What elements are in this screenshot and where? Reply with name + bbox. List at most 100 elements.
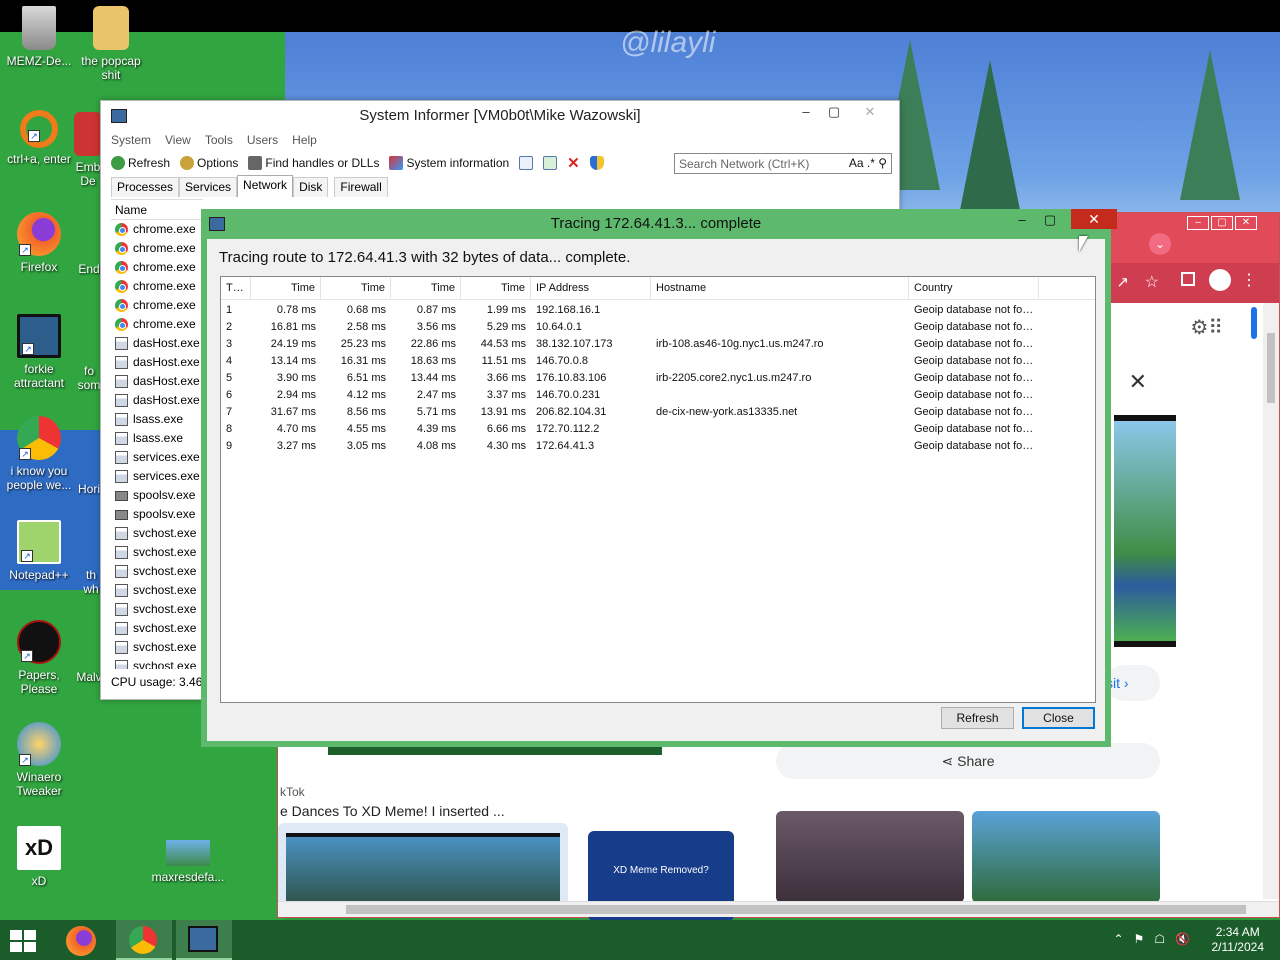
maximize-button[interactable]: ▢ [819,101,849,123]
desktop-icon-partial[interactable]: th wh [80,568,102,596]
table-row[interactable]: 2 16.81 ms 2.58 ms 3.56 ms 5.29 ms 10.64.0.1 G… [221,319,1095,336]
column-header-name[interactable]: Name [111,200,203,220]
column-header[interactable]: Hostname [651,277,909,299]
chevron-up-icon[interactable]: ⌃ [1113,932,1123,946]
tab-processes[interactable]: Processes [111,177,180,197]
column-header[interactable]: IP Address [531,277,651,299]
video-thumbnail[interactable] [776,811,964,903]
process-row[interactable]: spoolsv.exe [111,486,203,505]
process-row[interactable]: svchost.exe [111,657,203,669]
tab-services[interactable]: Services [179,177,238,197]
scroll-thumb[interactable] [346,905,1246,914]
process-row[interactable]: dasHost.exe [111,372,203,391]
desktop-icon-memz[interactable]: MEMZ-De... [0,6,78,68]
volume-muted-icon[interactable]: 🔇 [1175,932,1190,946]
table-row[interactable]: 4 13.14 ms 16.31 ms 18.63 ms 11.51 ms 146.70.… [221,353,1095,370]
process-row[interactable]: svchost.exe [111,619,203,638]
close-icon[interactable]: ✕ [1129,369,1147,395]
desktop-icon-partial[interactable]: Malv [76,670,102,684]
table-row[interactable]: 1 0.78 ms 0.68 ms 0.87 ms 1.99 ms 192.168.16.… [221,302,1095,319]
tab-network[interactable]: Network [237,175,294,197]
restore-icon[interactable]: ▢ [1211,216,1233,230]
menu-help[interactable]: Help [292,133,317,151]
tab-search-icon[interactable]: ⌄ [1149,233,1171,255]
desktop-icon-forkie[interactable]: ↗ forkie attractant [0,314,78,390]
desktop-icon-partial[interactable]: Emb De [74,112,102,188]
table-row[interactable]: 9 3.27 ms 3.05 ms 4.08 ms 4.30 ms 172.64.41.3… [221,438,1095,455]
search-input[interactable]: Search Network (Ctrl+K) Aa .* ⚲ [674,153,892,174]
desktop-icon-ctrl-a[interactable]: ↗ ctrl+a, enter [0,110,78,166]
process-row[interactable]: dasHost.exe [111,334,203,353]
close-dialog-button[interactable]: Close [1022,707,1095,729]
start-button[interactable] [10,930,38,952]
desktop-icon-partial[interactable]: Hori [76,482,102,496]
desktop-icon-chrome[interactable]: ↗ i know you people we... [0,416,78,492]
menu-users[interactable]: Users [247,133,278,151]
column-header[interactable]: Country [909,277,1039,299]
close-button[interactable]: ✕ [1071,209,1117,229]
tab-disk[interactable]: Disk [293,177,329,197]
desktop-icon-partial[interactable]: fo som [76,364,102,392]
window-arrow-icon[interactable] [543,156,558,170]
search-options[interactable]: Aa .* ⚲ [849,156,887,170]
minimize-icon[interactable]: – [1187,216,1209,230]
tab-firewall[interactable]: Firewall [334,177,388,197]
tracing-dialog[interactable]: Tracing 172.64.41.3... complete – ▢ ✕ Tr… [201,209,1117,747]
column-header[interactable]: TTL [221,277,251,299]
desktop-icon-popcap[interactable]: the popcap shit [72,6,150,82]
process-row[interactable]: svchost.exe [111,638,203,657]
process-row[interactable]: svchost.exe [111,524,203,543]
process-row[interactable]: chrome.exe [111,220,203,239]
video-preview[interactable] [1114,415,1176,647]
process-row[interactable]: chrome.exe [111,315,203,334]
network-process-list[interactable]: Name chrome.exe chrome.exe chrome.exe chrom… [111,199,203,669]
table-row[interactable]: 8 4.70 ms 4.55 ms 4.39 ms 6.66 ms 172.70.112.… [221,421,1095,438]
maximize-button[interactable]: ▢ [1037,211,1063,229]
table-row[interactable]: 5 3.90 ms 6.51 ms 13.44 ms 3.66 ms 176.10.83.… [221,370,1095,387]
menu-dots-icon[interactable]: ⋮ [1241,270,1257,290]
share-icon[interactable]: ↗ [1116,273,1129,291]
desktop-icon-winaero[interactable]: ↗ Winaero Tweaker [0,722,78,798]
process-row[interactable]: svchost.exe [111,581,203,600]
find-handles-button[interactable]: Find handles or DLLs [248,156,379,170]
process-row[interactable]: lsass.exe [111,429,203,448]
desktop-icon-partial[interactable]: End [76,262,102,276]
vertical-scrollbar[interactable] [1263,303,1279,899]
horizontal-scrollbar[interactable] [278,901,1279,917]
desktop-icon-xd[interactable]: xD xD [0,826,78,888]
window-icon[interactable] [519,156,534,170]
process-row[interactable]: chrome.exe [111,258,203,277]
process-row[interactable]: dasHost.exe [111,353,203,372]
shield-icon[interactable] [589,156,604,170]
video-thumbnail[interactable] [278,823,568,913]
bookmark-star-icon[interactable]: ☆ [1145,272,1159,292]
desktop-icon-maxresdefault[interactable]: maxresdefa... [148,840,228,884]
video-title[interactable]: e Dances To XD Meme! I inserted ... [280,803,505,819]
process-row[interactable]: lsass.exe [111,410,203,429]
process-row[interactable]: svchost.exe [111,600,203,619]
menu-view[interactable]: View [165,133,191,151]
share-button[interactable]: ⋖ Share [776,743,1160,779]
process-row[interactable]: chrome.exe [111,296,203,315]
minimize-button[interactable]: – [791,101,821,123]
scroll-thumb[interactable] [1267,333,1275,403]
table-row[interactable]: 3 24.19 ms 25.23 ms 22.86 ms 44.53 ms 38.132.… [221,336,1095,353]
visit-button[interactable]: sit › [1106,665,1160,701]
system-information-button[interactable]: System information [389,156,509,170]
process-row[interactable]: chrome.exe [111,239,203,258]
profile-avatar-icon[interactable] [1209,269,1231,291]
network-icon[interactable]: ☖ [1154,932,1165,946]
desktop-icon-firefox[interactable]: ↗ Firefox [0,212,78,274]
process-row[interactable]: chrome.exe [111,277,203,296]
trace-results-table[interactable]: TTL Time Time Time Time IP Address Hostname Cou… [220,276,1096,703]
video-thumbnail[interactable] [972,811,1160,903]
close-icon[interactable]: ✕ [1235,216,1257,230]
process-row[interactable]: spoolsv.exe [111,505,203,524]
desktop-icon-papers-please[interactable]: ↗ Papers, Please [0,620,78,696]
column-header[interactable]: Time [391,277,461,299]
settings-gear-icon[interactable]: ⚙⠿ [1190,315,1223,340]
desktop-icon-notepadpp[interactable]: ↗ Notepad++ [0,520,78,582]
process-row[interactable]: svchost.exe [111,543,203,562]
menu-tools[interactable]: Tools [205,133,233,151]
clock[interactable]: 2:34 AM 2/11/2024 [1212,925,1265,955]
